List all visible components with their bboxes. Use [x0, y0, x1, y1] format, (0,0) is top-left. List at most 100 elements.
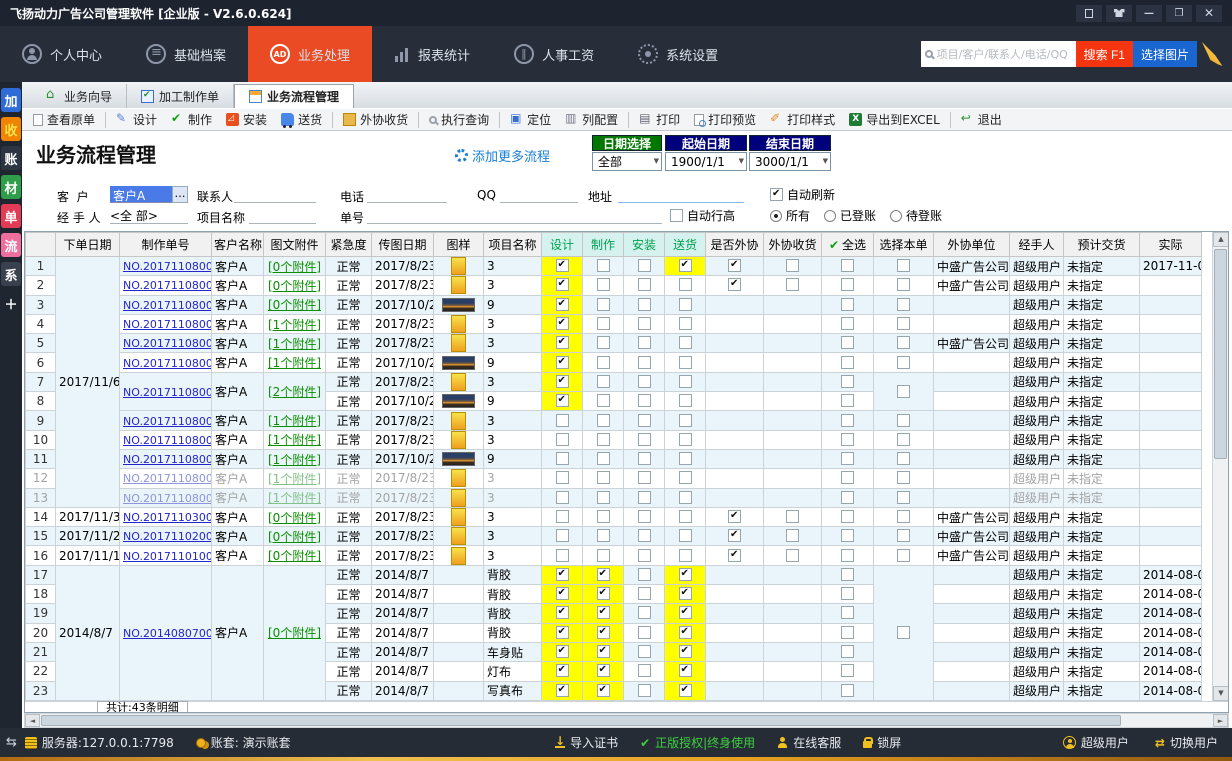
status-lock[interactable]: 锁屏: [863, 734, 901, 751]
outsource_recv-checkbox[interactable]: [786, 549, 799, 562]
toolbar-button-query[interactable]: 执行查询: [422, 108, 496, 131]
toolbar-button-deliver[interactable]: 送货: [274, 108, 329, 131]
make-checkbox[interactable]: [597, 606, 610, 619]
deliver-checkbox[interactable]: [679, 298, 692, 311]
radio-icon[interactable]: [890, 210, 902, 222]
date-filter-select[interactable]: 全部: [592, 152, 662, 171]
thumbnail-image[interactable]: [451, 508, 466, 526]
design-checkbox[interactable]: [556, 549, 569, 562]
toolbar-button-make[interactable]: 制作: [164, 108, 219, 131]
phone-input[interactable]: [367, 186, 447, 203]
address-input[interactable]: [618, 186, 744, 203]
select_this-checkbox[interactable]: [897, 385, 910, 398]
make-checkbox[interactable]: [597, 529, 610, 542]
select_all-checkbox[interactable]: [841, 529, 854, 542]
col-header-project[interactable]: 项目名称: [484, 233, 542, 257]
auto-refresh-checkbox[interactable]: [770, 188, 783, 201]
order-link[interactable]: NO.201711080009: [123, 318, 212, 331]
deliver-checkbox[interactable]: [679, 645, 692, 658]
toolbar-button-locate[interactable]: 定位: [503, 108, 558, 131]
design-checkbox[interactable]: [556, 259, 569, 272]
vertical-scroll-thumb[interactable]: [1214, 249, 1227, 459]
install-checkbox[interactable]: [638, 394, 651, 407]
deliver-checkbox[interactable]: [679, 433, 692, 446]
deliver-checkbox[interactable]: [679, 587, 692, 600]
col-header-select_this[interactable]: 选择本单: [874, 233, 934, 257]
select_this-checkbox[interactable]: [897, 414, 910, 427]
select_this-checkbox[interactable]: [897, 433, 910, 446]
col-header-expected[interactable]: 预计交货: [1064, 233, 1140, 257]
col-header-is_outsourced[interactable]: 是否外协: [706, 233, 764, 257]
select_this-checkbox[interactable]: [897, 510, 910, 523]
select_all-checkbox[interactable]: [841, 356, 854, 369]
make-checkbox[interactable]: [597, 471, 610, 484]
toolbar-button-install[interactable]: 安装: [219, 108, 274, 131]
toolbar-button-design[interactable]: 设计: [109, 108, 164, 131]
install-checkbox[interactable]: [638, 414, 651, 427]
install-checkbox[interactable]: [638, 356, 651, 369]
sidebar-tile-材[interactable]: 材: [1, 175, 21, 199]
thumbnail-image[interactable]: [451, 469, 466, 487]
status-server[interactable]: 服务器:127.0.0.1:7798: [25, 734, 174, 751]
select_this-checkbox[interactable]: [897, 529, 910, 542]
customer-input[interactable]: 客户A: [110, 186, 172, 203]
select_all-checkbox[interactable]: [841, 375, 854, 388]
design-checkbox[interactable]: [556, 433, 569, 446]
select_all-checkbox[interactable]: [841, 298, 854, 311]
thumbnail-image[interactable]: [451, 276, 466, 294]
make-checkbox[interactable]: [597, 510, 610, 523]
attachment-link[interactable]: [1个附件]: [268, 453, 321, 467]
search-button[interactable]: 搜索 F1: [1076, 41, 1133, 67]
thumbnail-image[interactable]: [442, 356, 475, 370]
col-header-actual[interactable]: 实际: [1140, 233, 1202, 257]
toolbar-button-exit[interactable]: 退出: [954, 108, 1009, 131]
toolbar-button-view[interactable]: 查看原单: [26, 108, 102, 131]
contact-input[interactable]: [234, 186, 316, 203]
collapse-toggle-icon[interactable]: ⇆: [6, 735, 17, 750]
order-link[interactable]: NO.201711080008: [123, 337, 212, 350]
make-checkbox[interactable]: [597, 259, 610, 272]
design-checkbox[interactable]: [556, 606, 569, 619]
search-input[interactable]: [937, 48, 1067, 61]
col-header-pic_date[interactable]: 传图日期: [372, 233, 434, 257]
tab-wizard[interactable]: 业务向导: [32, 84, 127, 108]
install-checkbox[interactable]: [638, 433, 651, 446]
install-checkbox[interactable]: [638, 471, 651, 484]
select_this-checkbox[interactable]: [897, 278, 910, 291]
col-header-thumbnail[interactable]: 图样: [434, 233, 484, 257]
deliver-checkbox[interactable]: [679, 317, 692, 330]
select_all-checkbox[interactable]: [841, 394, 854, 407]
thumbnail-image[interactable]: [451, 431, 466, 449]
select_this-checkbox[interactable]: [897, 259, 910, 272]
nav-item-settings[interactable]: 系统设置: [616, 26, 740, 82]
date-filter-select[interactable]: 1900/1/1: [665, 152, 747, 171]
deliver-checkbox[interactable]: [679, 471, 692, 484]
select_all-checkbox[interactable]: [841, 568, 854, 581]
close-button[interactable]: ✕: [1196, 5, 1222, 22]
auto-rowheight-checkbox[interactable]: [670, 209, 683, 222]
install-checkbox[interactable]: [638, 549, 651, 562]
col-header-design[interactable]: 设计: [542, 233, 583, 257]
outsource_recv-checkbox[interactable]: [786, 510, 799, 523]
design-checkbox[interactable]: [556, 452, 569, 465]
select_this-checkbox[interactable]: [897, 452, 910, 465]
make-checkbox[interactable]: [597, 491, 610, 504]
attachment-link[interactable]: [0个附件]: [268, 626, 321, 640]
attachment-link[interactable]: [1个附件]: [268, 337, 321, 351]
order-link[interactable]: NO.201711080006: [123, 386, 212, 399]
maximize-button[interactable]: ❒: [1166, 5, 1192, 22]
deliver-checkbox[interactable]: [679, 259, 692, 272]
order-link[interactable]: NO.201711020001: [123, 530, 212, 543]
toolbar-button-outrecv[interactable]: 外协收货: [336, 108, 415, 131]
select_all-checkbox[interactable]: [841, 414, 854, 427]
order-link[interactable]: NO.201711030001: [123, 511, 212, 524]
make-checkbox[interactable]: [597, 317, 610, 330]
install-checkbox[interactable]: [638, 626, 651, 639]
deliver-checkbox[interactable]: [679, 684, 692, 697]
col-header-attachment[interactable]: 图文附件: [264, 233, 326, 257]
scope-radio-所有[interactable]: 所有: [770, 207, 810, 224]
select_all-checkbox[interactable]: [841, 510, 854, 523]
design-checkbox[interactable]: [556, 317, 569, 330]
install-checkbox[interactable]: [638, 452, 651, 465]
scope-radio-待登账[interactable]: 待登账: [890, 207, 942, 224]
